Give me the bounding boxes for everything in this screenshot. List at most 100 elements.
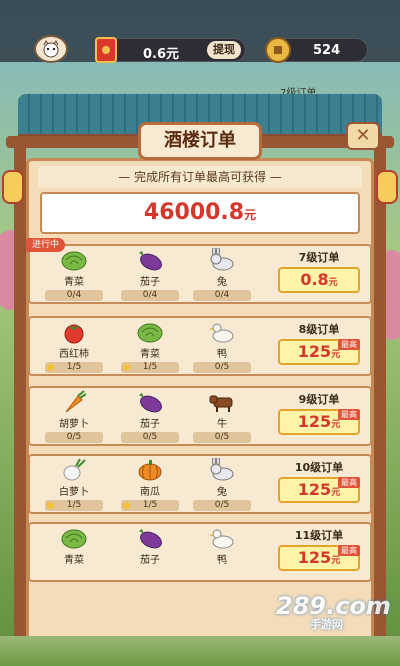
reward-total: 46000.8元 [40,192,360,234]
item-name: 鸭 [217,349,227,360]
right-pillar [374,148,386,666]
prize-unit: 元 [331,420,341,430]
order-item: 兔 0/5 [190,456,254,511]
item-progress-text: 1/5 [66,362,82,372]
reward-value: 46000.8 [143,200,245,225]
cash-balance: 0.6元 提现 [95,37,246,63]
radish-icon [60,458,88,482]
item-progress: 0/5 [193,500,251,511]
eggplant-icon [136,390,164,414]
item-progress-text: 0/5 [214,432,230,442]
top-bar: 0.6元 提现 524 [0,0,400,63]
item-progress: 0/5 [193,362,251,373]
cabbage-icon [60,248,88,272]
cow-icon [208,390,236,414]
max-badge: 最高 [338,339,360,350]
item-progress-text: 0/5 [214,500,230,510]
prize-value: 125 [297,342,332,361]
order-level: 9级订单 [298,393,340,406]
prize-value: 125 [297,480,332,499]
coin-amount: 524 [313,43,341,58]
reward-heading: — 完成所有订单最高可获得 — [38,166,362,188]
prize-value: 0.8 [300,270,329,289]
order-prize-button[interactable]: 0.8元 [278,267,360,293]
lantern-icon [2,170,24,204]
order-item: 兔 0/4 [190,246,254,301]
order-level: 10级订单 [294,461,344,474]
item-progress: 0/5 [45,432,103,443]
prize-unit: 元 [331,488,341,498]
item-name: 青菜 [140,349,160,360]
order-item: 青菜 [42,526,106,566]
avatar[interactable] [34,35,68,63]
item-name: 南瓜 [140,487,160,498]
coin-icon [265,37,291,63]
order-card[interactable]: 西红柿 1/5 青菜 1/5 鸭 0/5 8级订单 125元 最高 [28,316,372,376]
cat-avatar-icon [43,40,59,58]
watermark: 289.com 手游网 [276,592,391,632]
order-card[interactable]: 白萝卜 1/5 南瓜 1/5 兔 0/5 10级订单 125元 最高 [28,454,372,514]
order-item: 青菜 0/4 [42,248,106,301]
order-item: 鸭 [190,526,254,566]
order-prize-button[interactable]: 125元 最高 [278,339,360,365]
pumpkin-icon [136,458,164,482]
order-item: 牛 0/5 [190,390,254,443]
item-progress-text: 1/5 [142,362,158,372]
withdraw-button[interactable]: 提现 [207,41,241,59]
item-progress-text: 0/5 [66,432,82,442]
tomato-icon [60,320,88,344]
duck-icon [208,526,236,550]
order-item: 白萝卜 1/5 [42,458,106,511]
order-card[interactable]: 青菜 茄子 鸭 11级订单 125元 最高 [28,522,372,582]
item-progress: 0/5 [193,432,251,443]
item-name: 兔 [217,277,227,288]
prize-unit: 元 [331,350,341,360]
order-item: 鸭 0/5 [190,320,254,373]
carrot-icon [60,390,88,414]
order-prize-button[interactable]: 125元 最高 [278,409,360,435]
max-badge: 最高 [338,477,360,488]
item-name: 茄子 [140,277,160,288]
item-name: 青菜 [64,277,84,288]
item-progress-text: 0/4 [214,290,230,300]
item-name: 西红柿 [59,349,89,360]
order-prize-button[interactable]: 125元 最高 [278,477,360,503]
order-item: 茄子 0/4 [118,248,182,301]
item-progress: 1/5 [121,362,179,373]
ground [0,636,400,666]
cash-amount: 0.6元 [143,47,180,62]
item-name: 茄子 [140,419,160,430]
order-level: 11级订单 [294,529,344,542]
order-card[interactable]: 胡萝卜 0/5 茄子 0/5 牛 0/5 9级订单 125元 最高 [28,386,372,446]
close-icon: ✕ [355,125,371,146]
order-item: 南瓜 1/5 [118,458,182,511]
item-name: 兔 [217,487,227,498]
progress-coin-icon [123,502,130,509]
prize-unit: 元 [331,556,341,566]
order-item: 胡萝卜 0/5 [42,390,106,443]
order-prize-button[interactable]: 125元 最高 [278,545,360,571]
item-progress: 1/5 [121,500,179,511]
item-progress: 0/4 [45,290,103,301]
item-progress: 1/5 [45,362,103,373]
duck-icon [208,320,236,344]
rabbit-icon [208,246,236,272]
progress-coin-icon [47,502,54,509]
dialog-title: 酒楼订单 [138,122,262,160]
order-item: 茄子 0/5 [118,390,182,443]
item-progress-text: 1/5 [66,500,82,510]
order-level: 7级订单 [298,251,340,264]
order-level: 8级订单 [298,323,340,336]
item-progress: 0/5 [121,432,179,443]
progress-coin-icon [47,364,54,371]
cabbage-icon [136,320,164,344]
close-button[interactable]: ✕ [346,122,380,150]
order-card[interactable]: 进行中 青菜 0/4 茄子 0/4 兔 0/4 7级订单 0.8元 [26,238,372,304]
red-packet-icon [95,37,117,63]
item-name: 茄子 [140,555,160,566]
lantern-icon [376,170,398,204]
item-name: 牛 [217,419,227,430]
progress-coin-icon [123,364,130,371]
item-progress-text: 0/5 [142,432,158,442]
item-progress: 1/5 [45,500,103,511]
